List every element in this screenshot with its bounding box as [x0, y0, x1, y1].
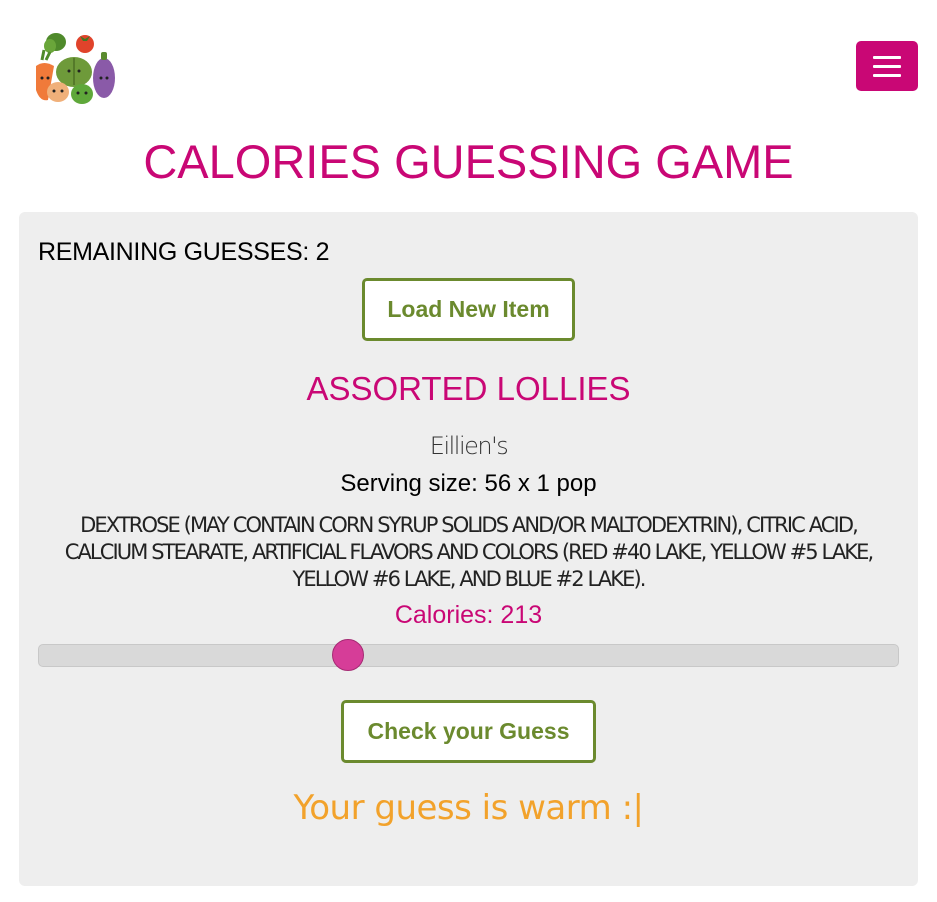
load-new-item-button[interactable]: Load New Item: [362, 278, 575, 341]
hamburger-menu-icon-bar: [873, 73, 901, 77]
page-title: CALORIES GUESSING GAME: [143, 135, 794, 188]
slider-thumb[interactable]: [332, 639, 365, 671]
check-guess-button[interactable]: Check your Guess: [341, 700, 596, 763]
serving-size: Serving size: 56 x 1 pop: [340, 470, 597, 497]
navbar: [0, 0, 937, 130]
item-name: ASSORTED LOLLIES: [306, 370, 631, 407]
calorie-slider[interactable]: [38, 639, 899, 671]
calories-guess-label: Calories: 213: [394, 601, 543, 629]
vegetables-logo-icon[interactable]: [30, 30, 118, 106]
item-brand: Eillien's: [429, 432, 509, 460]
remaining-guesses: REMAINING GUESSES: 2: [38, 238, 330, 266]
ingredients: DEXTROSE (MAY CONTAIN CORN SYRUP SOLIDS …: [64, 513, 875, 591]
menu-toggle-button[interactable]: [856, 41, 918, 91]
hamburger-menu-icon-bar: [873, 64, 901, 68]
game-panel: REMAINING GUESSES: 2 Load New Item ASSOR…: [19, 212, 918, 886]
hamburger-menu-icon: [873, 55, 901, 59]
guess-result-message: Your guess is warm :|: [293, 788, 644, 828]
